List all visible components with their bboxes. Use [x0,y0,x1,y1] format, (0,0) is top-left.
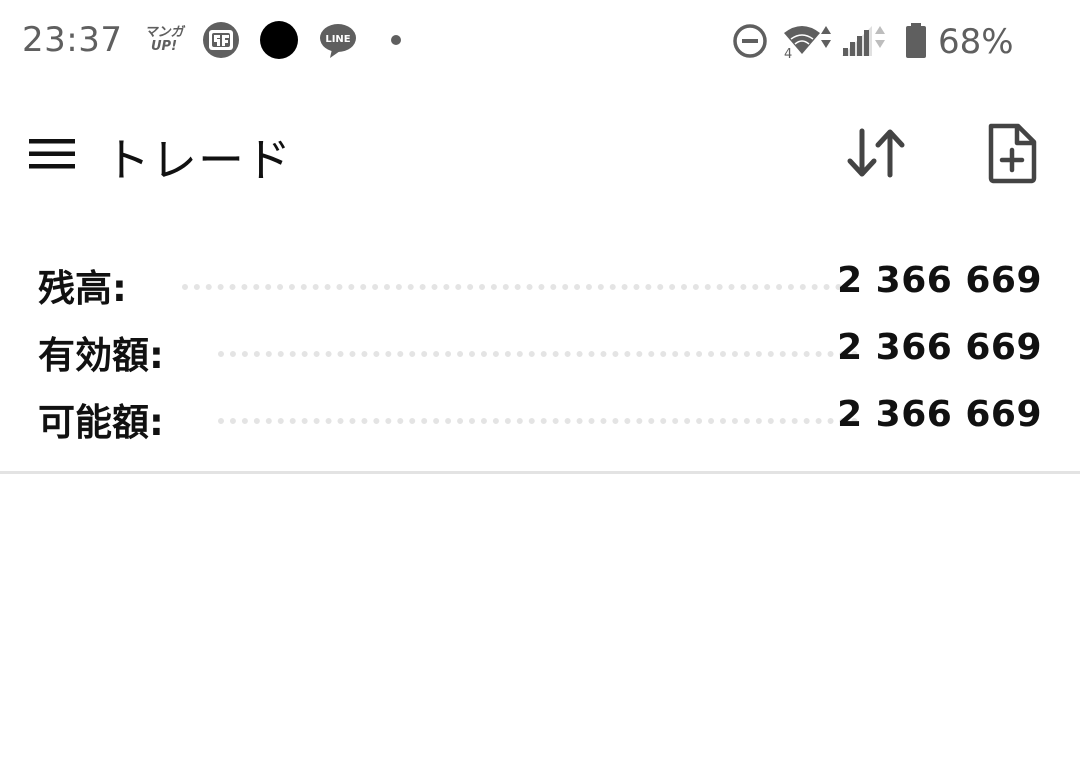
balance-label: 有効額: [38,334,164,377]
sf-notification-icon [200,20,242,60]
black-circle-notification-icon [258,20,300,60]
balance-value: 2 366 669 [837,394,1042,435]
balance-value: 2 366 669 [837,327,1042,368]
battery-icon [902,20,930,62]
more-notifications-icon [386,20,406,60]
app-bar: トレード [0,100,1080,210]
balance-value: 2 366 669 [837,260,1042,301]
new-document-icon [988,123,1037,184]
dotted-leader [218,418,858,424]
status-bar: 23:37 マンガ UP! LINE 4 68% [0,0,1080,84]
sort-button[interactable] [840,120,912,186]
balance-summary: 残高: 2 366 669 有効額: 2 366 669 可能額: 2 366 … [0,248,1080,449]
do-not-disturb-icon [730,20,770,62]
manga-up-notification-icon: マンガ UP! [142,20,186,60]
balance-label: 可能額: [38,401,164,444]
balance-row-kanougaku: 可能額: 2 366 669 [0,382,1080,449]
balance-row-zandaka: 残高: 2 366 669 [0,248,1080,315]
svg-text:4: 4 [784,47,792,60]
dotted-leader [182,284,842,290]
cellular-signal-icon [840,20,888,62]
manga-icon-text-bottom: UP! [150,39,177,54]
svg-text:LINE: LINE [325,34,350,45]
battery-percentage: 68% [938,22,1014,62]
dotted-leader [218,351,858,357]
balance-row-yukougaku: 有効額: 2 366 669 [0,315,1080,382]
status-time: 23:37 [22,20,123,60]
section-divider [0,471,1080,474]
balance-label: 残高: [38,267,127,310]
manga-icon-text-top: マンガ [144,25,184,40]
menu-button[interactable] [22,126,82,182]
new-document-button[interactable] [978,118,1046,188]
wifi-4g-icon: 4 [782,20,834,62]
sort-icon [847,128,905,178]
line-app-icon: LINE [316,20,360,60]
menu-icon [29,139,75,169]
page-title: トレード [104,133,292,187]
